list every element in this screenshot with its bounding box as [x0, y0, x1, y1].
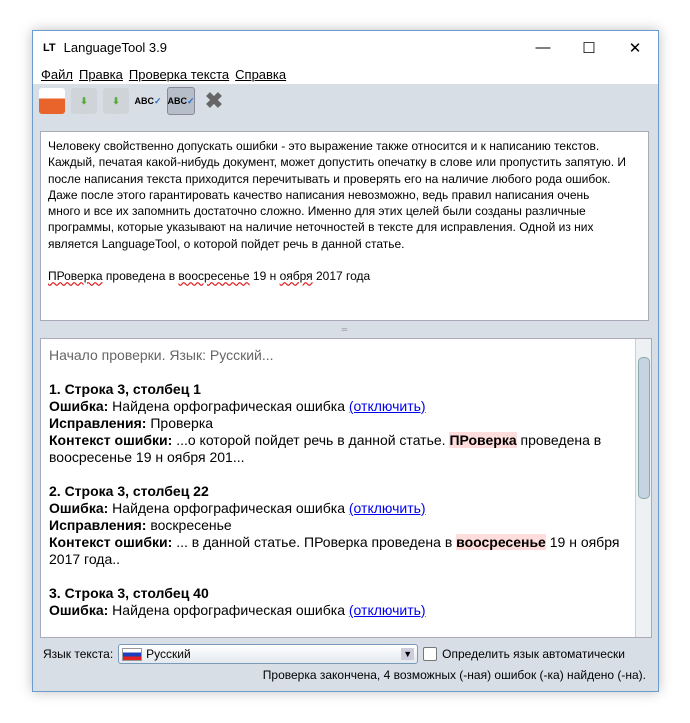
label: Исправления: — [49, 517, 147, 533]
label: Ошибка: — [49, 602, 109, 618]
highlight: ПРоверка — [449, 432, 517, 448]
text: 19 н — [249, 269, 280, 284]
result-item: 2. Строка 3, столбец 22 Ошибка: Найдена о… — [49, 483, 629, 568]
text-input[interactable]: Человеку свойственно допускать ошибки - … — [40, 131, 649, 321]
text-line: много и все их запомнить достаточно слож… — [48, 204, 586, 219]
text-line: Даже после этого гарантировать качество … — [48, 187, 590, 202]
selected-language: Русский — [146, 647, 191, 661]
language-select[interactable]: Русский ▼ — [118, 644, 419, 664]
window-title: LanguageTool 3.9 — [63, 40, 167, 55]
app-logo: LT — [43, 41, 56, 54]
check-spelling-icon[interactable]: ABC ✓ — [134, 88, 161, 114]
status-text: Проверка закончена, 4 возможных (-ная) о… — [262, 668, 646, 682]
text: ... в данной статье. ПРоверка проведена … — [172, 534, 457, 550]
results-start: Начало проверки. Язык: Русский... — [49, 347, 274, 363]
language-label: Язык текста: — [43, 647, 114, 661]
menu-bar: Файл Правка Проверка текста Справка — [33, 64, 658, 84]
label: Контекст ошибки: — [49, 432, 173, 448]
auto-detect-checkbox[interactable] — [423, 647, 438, 661]
misspelled-word[interactable]: воосресенье — [178, 269, 249, 283]
scrollbar-thumb[interactable] — [638, 357, 650, 499]
text-line: Человеку свойственно допускать ошибки - … — [48, 139, 600, 153]
disable-link[interactable]: (отключить) — [349, 500, 426, 516]
minimize-button[interactable]: — — [520, 39, 566, 57]
save-as-icon[interactable]: ⬇ — [103, 88, 129, 114]
text-line: программы, которые указывают на наличие … — [48, 220, 594, 235]
save-icon[interactable]: ⬇ — [71, 88, 97, 114]
menu-check[interactable]: Проверка текста — [129, 67, 229, 82]
suggestion[interactable]: Проверка — [146, 415, 213, 431]
label: Контекст ошибки: — [49, 534, 173, 550]
auto-detect-label: Определить язык автоматически — [442, 647, 625, 661]
splitter[interactable]: ═ — [40, 325, 649, 334]
close-button[interactable]: ✕ — [612, 39, 658, 57]
misspelled-word[interactable]: оября — [280, 269, 313, 283]
text-line: ПРоверка проведена в воосресенье 19 н оя… — [48, 268, 641, 284]
title-bar: LT LanguageTool 3.9 — ☐ ✕ — [33, 31, 658, 64]
russian-flag-icon — [122, 647, 143, 661]
scrollbar[interactable] — [635, 339, 651, 637]
result-heading: 3. Строка 3, столбец 40 — [49, 585, 209, 601]
clear-icon[interactable]: ✖ — [201, 88, 227, 114]
menu-help[interactable]: Справка — [235, 67, 286, 82]
app-window: LT LanguageTool 3.9 — ☐ ✕ Файл Правка Пров… — [32, 30, 659, 692]
label: Ошибка: — [49, 500, 109, 516]
text: ...о которой пойдет речь в данной статье… — [172, 432, 450, 448]
text-line: является LanguageTool, о которой пойдет … — [48, 236, 405, 251]
auto-check-icon[interactable]: ABC ✓ — [167, 87, 195, 115]
disable-link[interactable]: (отключить) — [349, 398, 426, 414]
chevron-down-icon: ▼ — [401, 648, 415, 660]
text: проведена в — [102, 269, 179, 284]
text: Найдена орфографическая ошибка — [108, 500, 349, 516]
text-line: Каждый, печатая какой-нибудь документ, м… — [48, 155, 627, 170]
text: Найдена орфографическая ошибка — [108, 602, 349, 618]
result-heading: 1. Строка 3, столбец 1 — [49, 381, 201, 397]
result-item: 3. Строка 3, столбец 40 Ошибка: Найдена о… — [49, 585, 629, 619]
label: Исправления: — [49, 415, 147, 431]
toolbar: ⬇ ⬇ ABC ✓ ABC ✓ ✖ — [33, 84, 658, 118]
result-heading: 2. Строка 3, столбец 22 — [49, 483, 209, 499]
maximize-button[interactable]: ☐ — [566, 39, 612, 57]
menu-edit[interactable]: Правка — [79, 67, 123, 82]
text: 2017 года — [312, 269, 371, 284]
results-panel: Начало проверки. Язык: Русский... 1. Стр… — [40, 338, 652, 638]
suggestion[interactable]: воскресенье — [146, 517, 231, 533]
highlight: воосресенье — [456, 534, 546, 550]
misspelled-word[interactable]: ПРоверка — [48, 269, 103, 283]
label: Ошибка: — [49, 398, 109, 414]
result-item: 1. Строка 3, столбец 1 Ошибка: Найдена ор… — [49, 381, 629, 466]
text-line: после написания текста приходится перечи… — [48, 171, 611, 186]
disable-link[interactable]: (отключить) — [349, 602, 426, 618]
open-folder-icon[interactable] — [39, 88, 65, 114]
menu-file[interactable]: Файл — [41, 67, 73, 82]
text: Найдена орфографическая ошибка — [108, 398, 349, 414]
